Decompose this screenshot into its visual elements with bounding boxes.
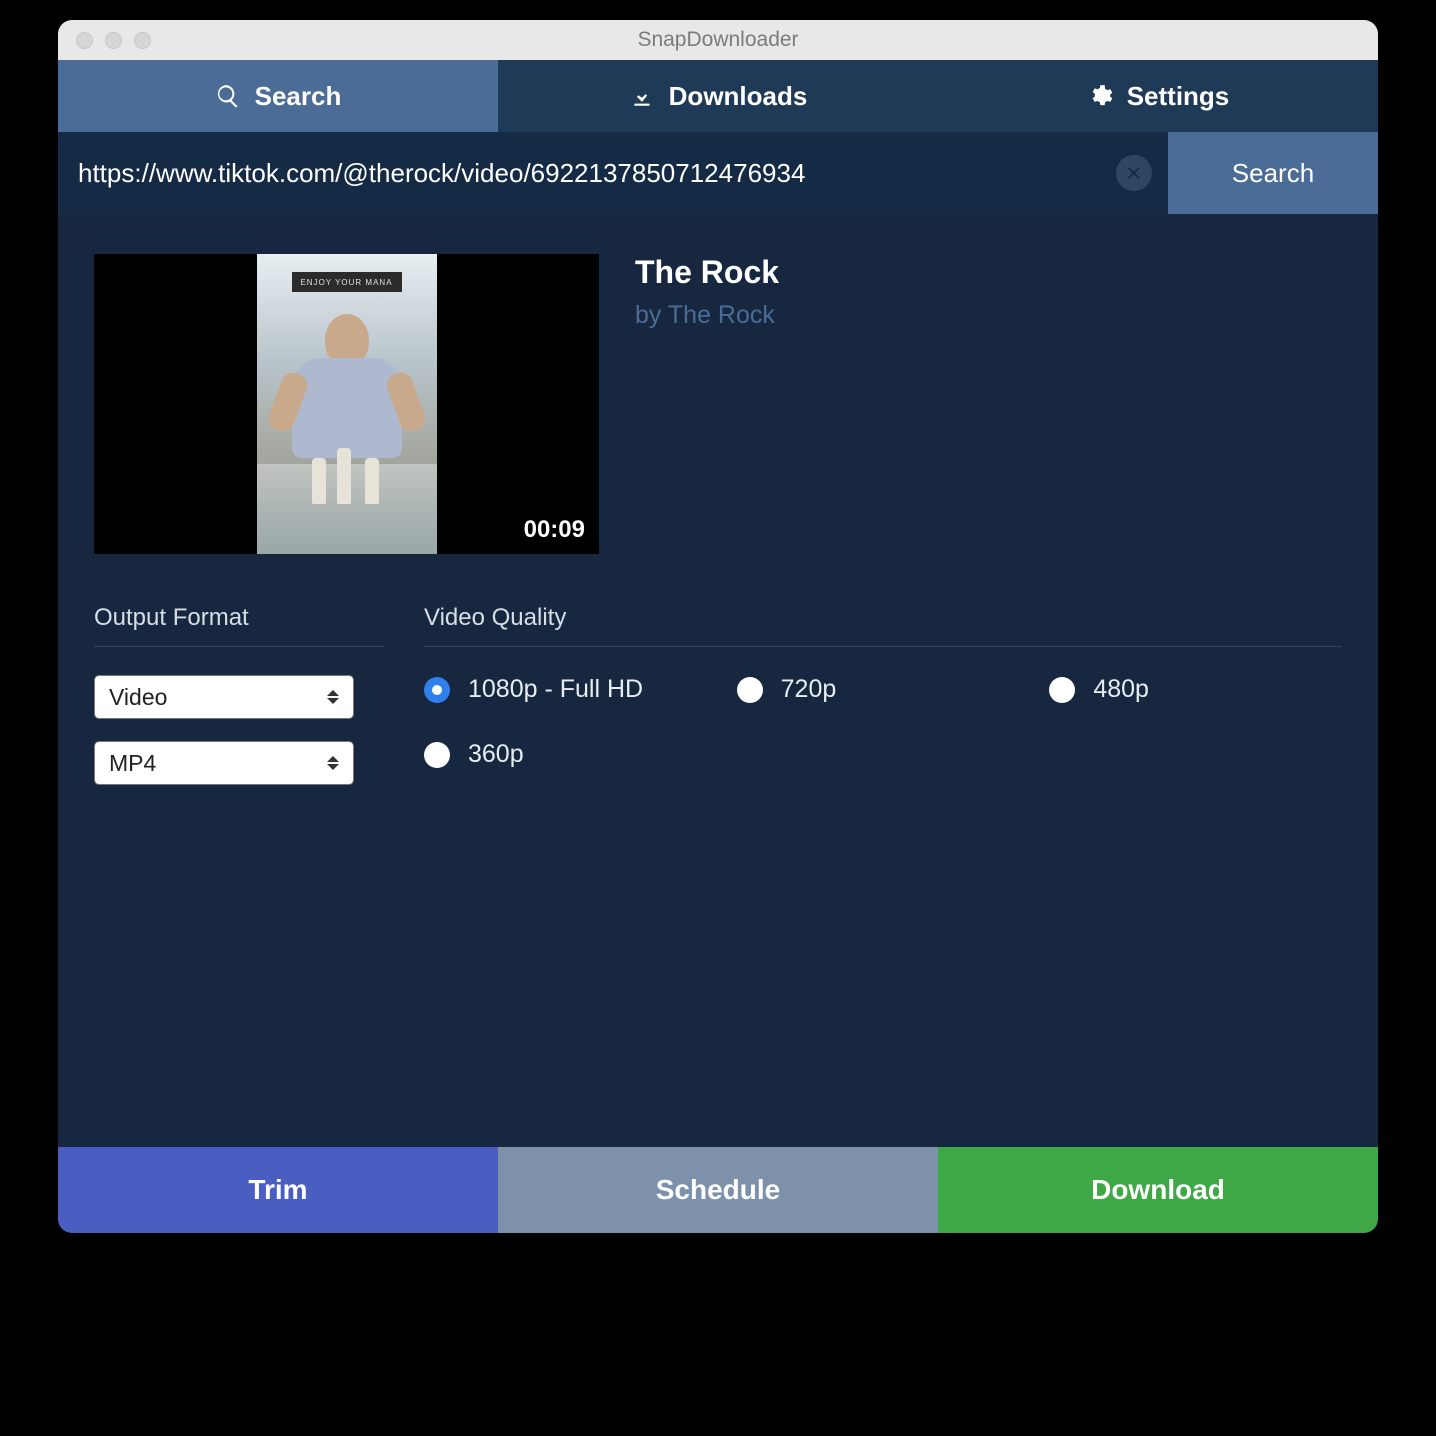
tab-downloads-label: Downloads xyxy=(669,81,808,112)
download-button-label: Download xyxy=(1091,1174,1225,1206)
quality-grid: 1080p - Full HD 720p 480p 360p xyxy=(424,675,1342,769)
thumbnail-image: ENJOY YOUR MANA xyxy=(257,254,437,554)
search-icon xyxy=(215,83,241,109)
tab-settings[interactable]: Settings xyxy=(938,60,1378,132)
download-button[interactable]: Download xyxy=(938,1147,1378,1233)
quality-720p[interactable]: 720p xyxy=(737,675,1030,704)
content: ENJOY YOUR MANA 00:09 The Rock by The Ro… xyxy=(58,214,1378,1147)
video-thumbnail[interactable]: ENJOY YOUR MANA 00:09 xyxy=(94,254,599,554)
schedule-button[interactable]: Schedule xyxy=(498,1147,938,1233)
radio-icon xyxy=(424,677,450,703)
searchbar: Search xyxy=(58,132,1378,214)
radio-icon xyxy=(1049,677,1075,703)
schedule-button-label: Schedule xyxy=(656,1174,780,1206)
format-container-select[interactable]: MP4 xyxy=(94,741,354,785)
trim-button[interactable]: Trim xyxy=(58,1147,498,1233)
spacer xyxy=(94,807,1342,1147)
video-quality-section: Video Quality 1080p - Full HD 720p 480p xyxy=(424,604,1342,807)
quality-360p[interactable]: 360p xyxy=(424,740,717,769)
quality-480p[interactable]: 480p xyxy=(1049,675,1342,704)
format-type-value: Video xyxy=(109,684,167,711)
trim-button-label: Trim xyxy=(248,1174,307,1206)
format-container-value: MP4 xyxy=(109,750,156,777)
format-type-select[interactable]: Video xyxy=(94,675,354,719)
quality-1080p[interactable]: 1080p - Full HD xyxy=(424,675,717,704)
quality-1080p-label: 1080p - Full HD xyxy=(468,675,643,704)
quality-480p-label: 480p xyxy=(1093,675,1149,704)
tab-settings-label: Settings xyxy=(1127,81,1230,112)
output-format-title: Output Format xyxy=(94,604,384,647)
radio-icon xyxy=(737,677,763,703)
video-quality-title: Video Quality xyxy=(424,604,1342,647)
video-author: by The Rock xyxy=(635,301,779,330)
quality-360p-label: 360p xyxy=(468,740,524,769)
clear-url-button[interactable] xyxy=(1116,155,1152,191)
close-icon xyxy=(1125,164,1143,182)
titlebar: SnapDownloader xyxy=(58,20,1378,60)
tab-downloads[interactable]: Downloads xyxy=(498,60,938,132)
video-title: The Rock xyxy=(635,254,779,291)
video-duration: 00:09 xyxy=(524,516,585,544)
url-input[interactable] xyxy=(78,158,1116,189)
app-window: SnapDownloader Search Downloads Settings… xyxy=(58,20,1378,1233)
radio-icon xyxy=(424,742,450,768)
gear-icon xyxy=(1087,83,1113,109)
search-button[interactable]: Search xyxy=(1168,132,1378,214)
footer: Trim Schedule Download xyxy=(58,1147,1378,1233)
search-button-label: Search xyxy=(1232,158,1314,189)
quality-720p-label: 720p xyxy=(781,675,837,704)
video-meta: The Rock by The Rock xyxy=(635,254,779,554)
window-title: SnapDownloader xyxy=(58,28,1378,52)
url-field-wrap xyxy=(58,132,1168,214)
chevron-updown-icon xyxy=(327,756,339,770)
tab-search[interactable]: Search xyxy=(58,60,498,132)
output-format-section: Output Format Video MP4 xyxy=(94,604,384,807)
video-row: ENJOY YOUR MANA 00:09 The Rock by The Ro… xyxy=(94,254,1342,554)
tabs: Search Downloads Settings xyxy=(58,60,1378,132)
download-icon xyxy=(629,83,655,109)
tab-search-label: Search xyxy=(255,81,342,112)
options: Output Format Video MP4 Video Quality 10… xyxy=(94,604,1342,807)
chevron-updown-icon xyxy=(327,690,339,704)
